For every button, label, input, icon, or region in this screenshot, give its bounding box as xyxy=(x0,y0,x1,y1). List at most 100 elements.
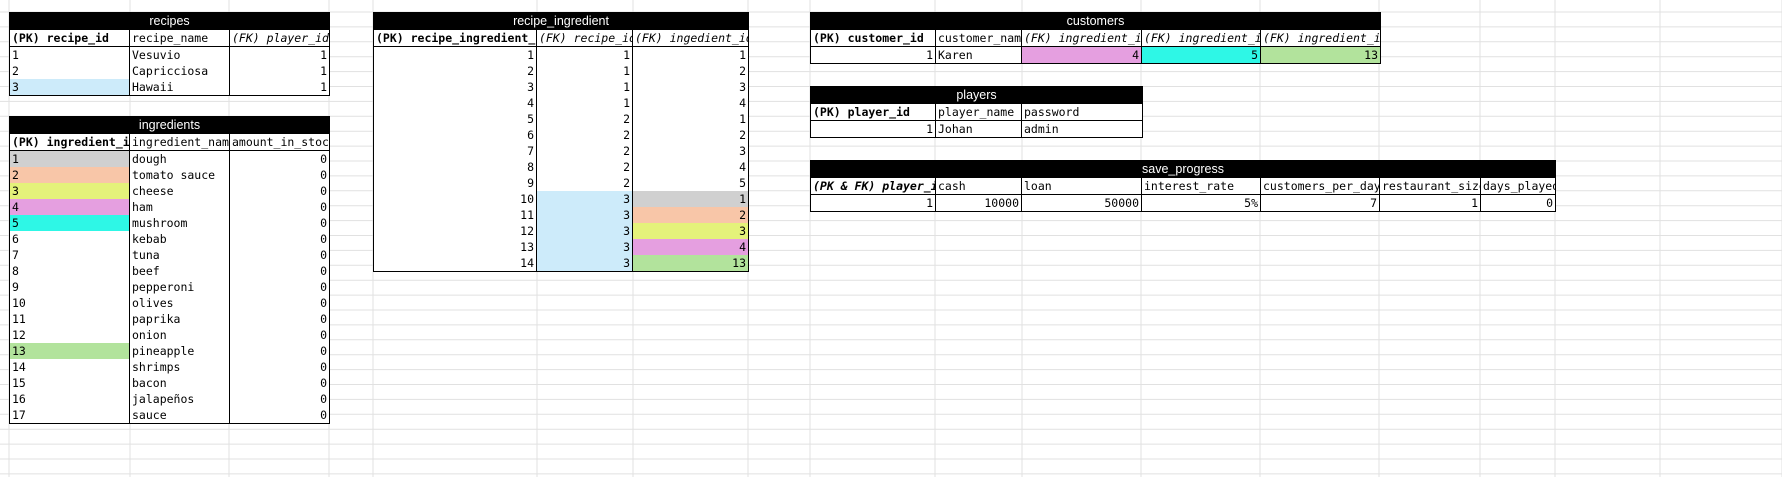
table-cell[interactable]: 1 xyxy=(810,46,936,64)
table-cell[interactable]: mushroom xyxy=(129,215,230,231)
table-cell[interactable]: 1 xyxy=(228,79,331,96)
table-cell[interactable]: 4 xyxy=(631,239,750,255)
table-cell[interactable]: 50000 xyxy=(1021,194,1142,212)
column-header[interactable]: cash xyxy=(935,177,1022,195)
table-cell[interactable]: 1 xyxy=(810,120,936,138)
table-cell[interactable]: 5 xyxy=(9,215,130,231)
table-cell[interactable]: 1 xyxy=(9,150,130,167)
table-cell[interactable]: pepperoni xyxy=(129,279,230,295)
table-cell[interactable]: 0 xyxy=(228,231,331,247)
table-cell[interactable]: 2 xyxy=(536,127,633,143)
column-header[interactable]: (FK) ingredient_id xyxy=(1260,29,1381,47)
column-header[interactable]: player_name xyxy=(935,103,1022,121)
column-header[interactable]: loan xyxy=(1021,177,1142,195)
table-cell[interactable]: kebab xyxy=(129,231,230,247)
table-cell[interactable]: 2 xyxy=(536,159,633,175)
column-header[interactable]: (PK & FK) player_id xyxy=(810,177,936,195)
column-header[interactable]: (PK) recipe_ingredient_id xyxy=(373,29,537,47)
table-cell[interactable]: 0 xyxy=(1479,194,1557,212)
table-cell[interactable]: 1 xyxy=(631,191,750,207)
table-cell[interactable]: 7 xyxy=(373,143,537,159)
table-cell[interactable]: 9 xyxy=(373,175,537,191)
column-header[interactable]: interest_rate xyxy=(1141,177,1261,195)
table-cell[interactable]: Hawaii xyxy=(129,79,230,96)
column-header[interactable]: (FK) player_id xyxy=(228,29,331,47)
table-cell[interactable]: 1 xyxy=(373,46,537,63)
table-cell[interactable]: 1 xyxy=(536,46,633,63)
column-header[interactable]: (PK) player_id xyxy=(810,103,936,121)
table-cell[interactable]: pineapple xyxy=(129,343,230,359)
table-cell[interactable]: 5 xyxy=(373,111,537,127)
table-cell[interactable]: 3 xyxy=(536,255,633,272)
table-cell[interactable]: 1 xyxy=(631,111,750,127)
table-cell[interactable]: 0 xyxy=(228,279,331,295)
table-cell[interactable]: olives xyxy=(129,295,230,311)
table-cell[interactable]: 14 xyxy=(9,359,130,375)
table-cell[interactable]: dough xyxy=(129,150,230,167)
column-header[interactable]: (PK) customer_id xyxy=(810,29,936,47)
table-cell[interactable]: 3 xyxy=(9,183,130,199)
table-cell[interactable]: 3 xyxy=(9,79,130,96)
table-cell[interactable]: 0 xyxy=(228,391,331,407)
table-cell[interactable]: 0 xyxy=(228,311,331,327)
table-cell[interactable]: 3 xyxy=(631,79,750,95)
table-cell[interactable]: 1 xyxy=(228,46,331,63)
table-cell[interactable]: 1 xyxy=(536,95,633,111)
table-cell[interactable]: 8 xyxy=(373,159,537,175)
table-cell[interactable]: 2 xyxy=(631,127,750,143)
table-cell[interactable]: 12 xyxy=(9,327,130,343)
table-cell[interactable]: 13 xyxy=(631,255,750,272)
table-cell[interactable]: 1 xyxy=(631,46,750,63)
table-cell[interactable]: 8 xyxy=(9,263,130,279)
table-cell[interactable]: beef xyxy=(129,263,230,279)
table-cell[interactable]: 3 xyxy=(373,79,537,95)
table-cell[interactable]: Karen xyxy=(935,46,1022,64)
column-header[interactable]: (FK) ingredient_id xyxy=(1021,29,1142,47)
column-header[interactable]: (FK) recipe_id xyxy=(536,29,633,47)
table-cell[interactable]: 7 xyxy=(1260,194,1380,212)
table-cell[interactable]: 0 xyxy=(228,327,331,343)
column-header[interactable]: restaurant_size xyxy=(1379,177,1481,195)
table-cell[interactable]: 0 xyxy=(228,375,331,391)
table-cell[interactable]: 17 xyxy=(9,407,130,424)
column-header[interactable]: amount_in_stock xyxy=(228,133,331,151)
table-cell[interactable]: Vesuvio xyxy=(129,46,230,63)
table-cell[interactable]: 11 xyxy=(373,207,537,223)
table-cell[interactable]: 13 xyxy=(9,343,130,359)
table-cell[interactable]: 2 xyxy=(536,111,633,127)
table-cell[interactable]: 5% xyxy=(1141,194,1261,212)
table-cell[interactable]: sauce xyxy=(129,407,230,424)
table-cell[interactable]: 3 xyxy=(536,239,633,255)
table-cell[interactable]: 5 xyxy=(1141,46,1261,64)
table-cell[interactable]: 1 xyxy=(536,63,633,79)
column-header[interactable]: ingredient_name xyxy=(129,133,230,151)
table-cell[interactable]: 4 xyxy=(9,199,130,215)
table-cell[interactable]: 0 xyxy=(228,183,331,199)
table-cell[interactable]: 7 xyxy=(9,247,130,263)
column-header[interactable]: (PK) ingredient_id xyxy=(9,133,130,151)
column-header[interactable]: password xyxy=(1020,103,1144,121)
table-cell[interactable]: Johan xyxy=(935,120,1022,138)
table-cell[interactable]: 0 xyxy=(228,199,331,215)
table-cell[interactable]: 4 xyxy=(1021,46,1142,64)
table-cell[interactable]: 14 xyxy=(373,255,537,272)
table-cell[interactable]: Capricciosa xyxy=(129,63,230,79)
table-cell[interactable]: 1 xyxy=(9,46,130,63)
table-cell[interactable]: 13 xyxy=(1260,46,1381,64)
table-cell[interactable]: 2 xyxy=(536,175,633,191)
table-cell[interactable]: 4 xyxy=(631,159,750,175)
table-cell[interactable]: 6 xyxy=(9,231,130,247)
column-header[interactable]: recipe_name xyxy=(129,29,230,47)
table-cell[interactable]: 0 xyxy=(228,263,331,279)
table-cell[interactable]: 0 xyxy=(228,359,331,375)
column-header[interactable]: (FK) ingredient_id xyxy=(1141,29,1261,47)
table-cell[interactable]: 0 xyxy=(228,407,331,424)
table-cell[interactable]: tomato sauce xyxy=(129,167,230,183)
table-cell[interactable]: 0 xyxy=(228,343,331,359)
table-cell[interactable]: 2 xyxy=(631,207,750,223)
table-cell[interactable]: 3 xyxy=(536,223,633,239)
column-header[interactable]: (FK) ingedient_id xyxy=(631,29,750,47)
table-cell[interactable]: 10 xyxy=(373,191,537,207)
table-cell[interactable]: 6 xyxy=(373,127,537,143)
table-cell[interactable]: 1 xyxy=(228,63,331,79)
